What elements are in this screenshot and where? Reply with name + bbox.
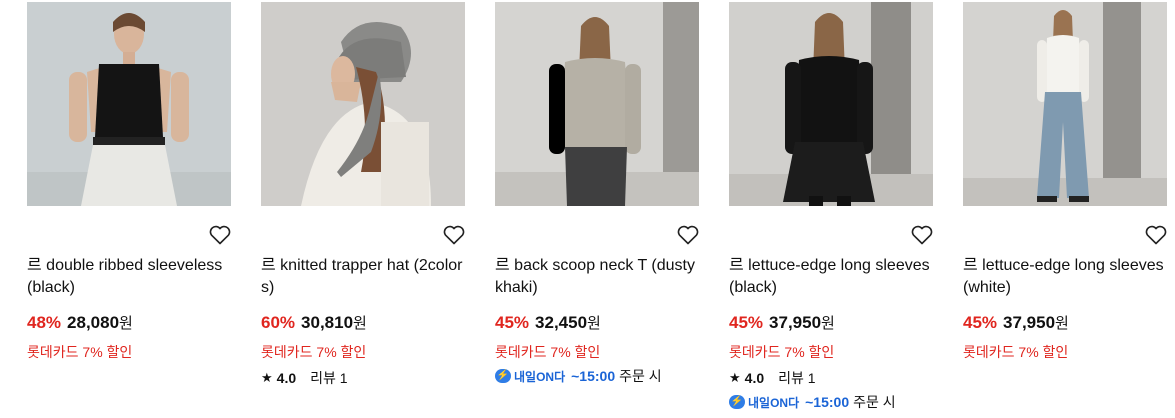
delivery-suffix: 주문 시 bbox=[853, 394, 896, 410]
card-discount-promo: 롯데카드 7% 할인 bbox=[495, 344, 601, 360]
star-icon: ★ bbox=[729, 370, 741, 385]
currency: 원 bbox=[1055, 315, 1069, 332]
card-discount-promo: 롯데카드 7% 할인 bbox=[729, 344, 835, 360]
discount-rate: 45% bbox=[963, 313, 998, 332]
currency: 원 bbox=[353, 315, 367, 332]
price-row: 48% 28,080원 bbox=[27, 312, 133, 333]
price-row: 45% 32,450원 bbox=[495, 312, 601, 333]
product-card[interactable]: 르 back scoop neck T (dusty khaki) 45% 32,… bbox=[495, 2, 705, 384]
price: 28,080 bbox=[67, 313, 120, 332]
product-card[interactable]: 르 lettuce-edge long sleeves (white) 45% 3… bbox=[963, 2, 1173, 360]
price-row: 45% 37,950원 bbox=[963, 312, 1069, 333]
heart-icon[interactable] bbox=[676, 223, 700, 247]
rating: ★ 4.0 리뷰 1 bbox=[261, 368, 348, 388]
delivery-time: ~15:00 bbox=[571, 368, 616, 384]
currency: 원 bbox=[587, 315, 601, 332]
currency: 원 bbox=[119, 315, 133, 332]
price: 37,950 bbox=[769, 313, 822, 332]
delivery-time: ~15:00 bbox=[805, 394, 850, 410]
product-image[interactable] bbox=[729, 2, 933, 206]
product-image[interactable] bbox=[261, 2, 465, 206]
review-count[interactable]: 리뷰 1 bbox=[778, 368, 815, 388]
discount-rate: 45% bbox=[495, 313, 530, 332]
product-title[interactable]: 르 back scoop neck T (dusty khaki) bbox=[495, 255, 705, 299]
rating-score: 4.0 bbox=[744, 370, 765, 386]
rating-score: 4.0 bbox=[276, 370, 297, 386]
heart-icon[interactable] bbox=[442, 223, 466, 247]
review-count[interactable]: 리뷰 1 bbox=[310, 368, 347, 388]
delivery-info: ⚡ 내일ON다 ~15:00 주문 시 bbox=[729, 392, 896, 412]
product-title[interactable]: 르 lettuce-edge long sleeves (white) bbox=[963, 255, 1173, 299]
price: 30,810 bbox=[301, 313, 354, 332]
card-discount-promo: 롯데카드 7% 할인 bbox=[27, 344, 133, 360]
discount-rate: 45% bbox=[729, 313, 764, 332]
card-discount-promo: 롯데카드 7% 할인 bbox=[261, 344, 367, 360]
delivery-badge: ⚡ 내일ON다 bbox=[495, 369, 566, 384]
product-card[interactable]: 르 knitted trapper hat (2colors) 60% 30,81… bbox=[261, 2, 471, 386]
star-icon: ★ bbox=[261, 370, 273, 385]
heart-icon[interactable] bbox=[1144, 223, 1168, 247]
heart-icon[interactable] bbox=[208, 223, 232, 247]
discount-rate: 60% bbox=[261, 313, 296, 332]
product-image[interactable] bbox=[963, 2, 1167, 206]
bolt-icon: ⚡ bbox=[495, 369, 511, 383]
card-discount-promo: 롯데카드 7% 할인 bbox=[963, 344, 1069, 360]
currency: 원 bbox=[821, 315, 835, 332]
heart-icon[interactable] bbox=[910, 223, 934, 247]
product-card[interactable]: 르 lettuce-edge long sleeves (black) 45% 3… bbox=[729, 2, 939, 410]
price: 32,450 bbox=[535, 313, 588, 332]
price-row: 45% 37,950원 bbox=[729, 312, 835, 333]
bolt-icon: ⚡ bbox=[729, 395, 745, 409]
product-title[interactable]: 르 lettuce-edge long sleeves (black) bbox=[729, 255, 939, 299]
delivery-info: ⚡ 내일ON다 ~15:00 주문 시 bbox=[495, 366, 662, 386]
delivery-badge: ⚡ 내일ON다 bbox=[729, 395, 800, 410]
price: 37,950 bbox=[1003, 313, 1056, 332]
rating: ★ 4.0 리뷰 1 bbox=[729, 368, 816, 388]
discount-rate: 48% bbox=[27, 313, 62, 332]
price-row: 60% 30,810원 bbox=[261, 312, 367, 333]
product-image[interactable] bbox=[27, 2, 231, 206]
delivery-suffix: 주문 시 bbox=[619, 368, 662, 384]
product-title[interactable]: 르 double ribbed sleeveless (black) bbox=[27, 255, 237, 299]
product-card[interactable]: 르 double ribbed sleeveless (black) 48% 28… bbox=[27, 2, 237, 360]
product-image[interactable] bbox=[495, 2, 699, 206]
product-title[interactable]: 르 knitted trapper hat (2colors) bbox=[261, 255, 471, 299]
